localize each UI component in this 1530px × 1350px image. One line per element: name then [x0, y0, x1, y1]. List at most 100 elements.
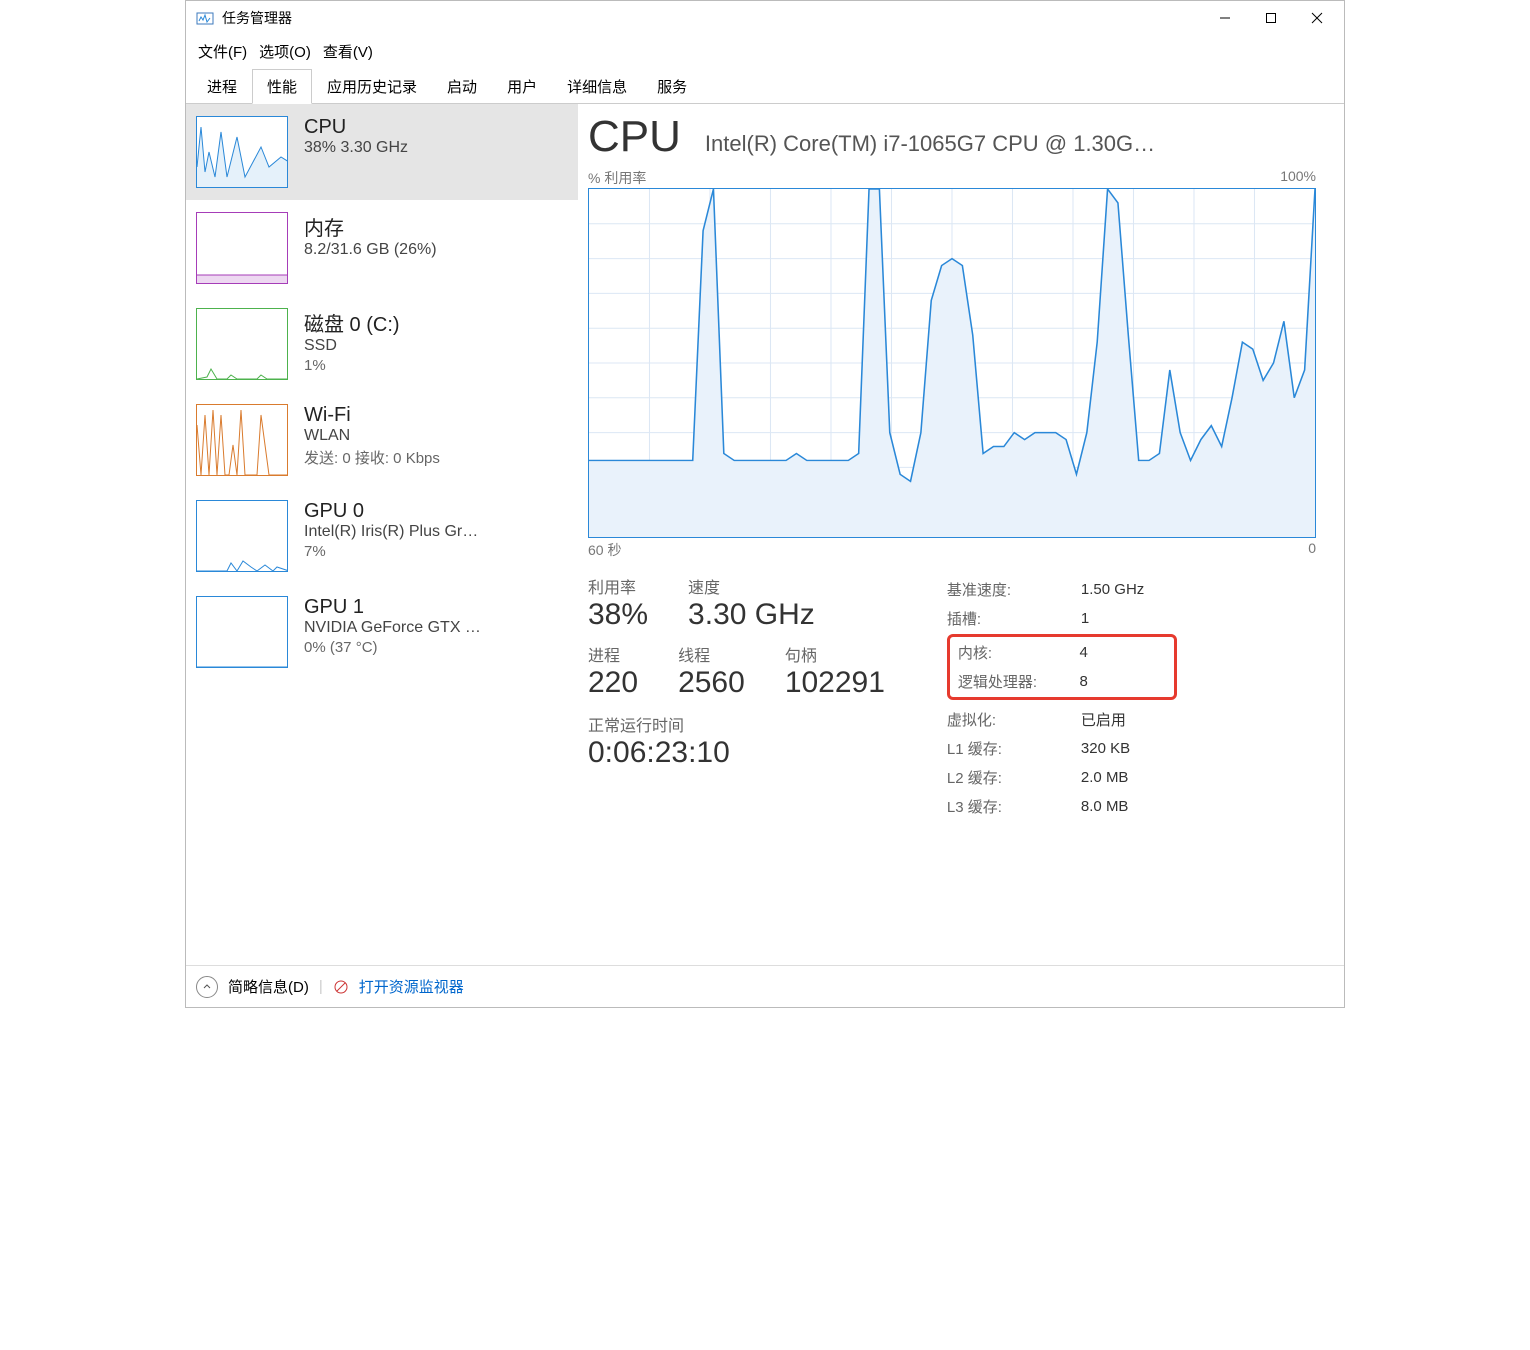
- stat-processes: 进程 220: [588, 642, 638, 700]
- right-stat-val: 8.0 MB: [1081, 793, 1177, 820]
- sidebar-item-disk[interactable]: 磁盘 0 (C:) SSD 1%: [186, 296, 578, 392]
- sidebar-sub: WLAN: [304, 427, 440, 445]
- graph-x-left: 60 秒: [588, 540, 621, 560]
- right-stat-val: 已启用: [1081, 706, 1177, 733]
- minimize-button[interactable]: [1202, 3, 1248, 33]
- window-controls: [1202, 3, 1340, 33]
- tab-apphistory[interactable]: 应用历史记录: [312, 69, 432, 104]
- cpu-model: Intel(R) Core(TM) i7-1065G7 CPU @ 1.30G…: [705, 131, 1316, 157]
- sidebar-name: 内存: [304, 212, 437, 241]
- right-stat-row: L3 缓存:8.0 MB: [947, 793, 1177, 820]
- detail-header: CPU Intel(R) Core(TM) i7-1065G7 CPU @ 1.…: [588, 112, 1316, 162]
- resource-monitor-icon: [333, 979, 349, 995]
- sidebar-sub2: 0% (37 °C): [304, 639, 481, 656]
- right-stat-row: L1 缓存:320 KB: [947, 735, 1177, 762]
- main-area: CPU 38% 3.30 GHz 内存 8.2/31.6 GB (26%) 磁盘…: [186, 104, 1344, 972]
- right-stat-row: 逻辑处理器:8: [958, 668, 1166, 695]
- stats-left: 利用率 38% 速度 3.30 GHz 进程 220 线程 25: [588, 574, 885, 822]
- stats-block: 利用率 38% 速度 3.30 GHz 进程 220 线程 25: [588, 574, 1316, 822]
- right-stat-key: 逻辑处理器:: [958, 668, 1078, 695]
- sidebar-name: Wi-Fi: [304, 404, 440, 427]
- right-stat-row: 插槽:1: [947, 605, 1177, 632]
- sidebar-name: 磁盘 0 (C:): [304, 308, 400, 337]
- right-stat-row: L2 缓存:2.0 MB: [947, 764, 1177, 791]
- right-stat-val: 320 KB: [1081, 735, 1177, 762]
- open-resource-monitor-link[interactable]: 打开资源监视器: [359, 976, 464, 997]
- stat-threads: 线程 2560: [678, 642, 745, 700]
- sidebar-sub: 38% 3.30 GHz: [304, 139, 408, 157]
- right-stat-key: 基准速度:: [947, 576, 1079, 603]
- sidebar: CPU 38% 3.30 GHz 内存 8.2/31.6 GB (26%) 磁盘…: [186, 104, 578, 972]
- menu-file[interactable]: 文件(F): [194, 39, 251, 64]
- menubar: 文件(F) 选项(O) 查看(V): [186, 35, 1344, 68]
- sidebar-name: GPU 1: [304, 596, 481, 619]
- right-stat-key: L2 缓存:: [947, 764, 1079, 791]
- sidebar-thumb-disk: [196, 308, 288, 380]
- sidebar-text-mem: 内存 8.2/31.6 GB (26%): [304, 212, 437, 284]
- right-stat-row: 内核:4: [958, 639, 1166, 666]
- right-stat-val: 2.0 MB: [1081, 764, 1177, 791]
- tab-details[interactable]: 详细信息: [552, 69, 642, 104]
- tab-services[interactable]: 服务: [642, 69, 702, 104]
- sidebar-sub: Intel(R) Iris(R) Plus Gr…: [304, 523, 478, 541]
- sidebar-sub: 8.2/31.6 GB (26%): [304, 241, 437, 259]
- right-stat-val: 1.50 GHz: [1081, 576, 1177, 603]
- tab-performance[interactable]: 性能: [252, 69, 312, 104]
- right-stat-key: 插槽:: [947, 605, 1079, 632]
- stat-uptime: 正常运行时间 0:06:23:10: [588, 712, 885, 770]
- sidebar-name: CPU: [304, 116, 408, 139]
- tab-bar: 进程 性能 应用历史记录 启动 用户 详细信息 服务: [186, 68, 1344, 104]
- sidebar-sub2: 发送: 0 接收: 0 Kbps: [304, 447, 440, 468]
- right-stat-key: 虚拟化:: [947, 706, 1079, 733]
- sidebar-thumb-gpu0: [196, 500, 288, 572]
- right-stat-key: L3 缓存:: [947, 793, 1079, 820]
- sidebar-item-gpu1[interactable]: GPU 1 NVIDIA GeForce GTX … 0% (37 °C): [186, 584, 578, 680]
- sidebar-item-wifi[interactable]: Wi-Fi WLAN 发送: 0 接收: 0 Kbps: [186, 392, 578, 488]
- sidebar-text-disk: 磁盘 0 (C:) SSD 1%: [304, 308, 400, 380]
- sidebar-sub: NVIDIA GeForce GTX …: [304, 619, 481, 637]
- graph-y-label: % 利用率: [588, 168, 646, 188]
- fewer-details-toggle-icon[interactable]: [196, 976, 218, 998]
- right-stat-key: L1 缓存:: [947, 735, 1079, 762]
- detail-title: CPU: [588, 112, 681, 162]
- window-title: 任务管理器: [222, 8, 1202, 28]
- sidebar-thumb-mem: [196, 212, 288, 284]
- menu-view[interactable]: 查看(V): [319, 39, 377, 64]
- sidebar-text-wifi: Wi-Fi WLAN 发送: 0 接收: 0 Kbps: [304, 404, 440, 476]
- tab-startup[interactable]: 启动: [432, 69, 492, 104]
- right-stat-row: 虚拟化:已启用: [947, 706, 1177, 733]
- sidebar-text-gpu1: GPU 1 NVIDIA GeForce GTX … 0% (37 °C): [304, 596, 481, 668]
- stat-utilization: 利用率 38%: [588, 574, 648, 632]
- right-stat-key: 内核:: [958, 639, 1078, 666]
- sidebar-text-cpu: CPU 38% 3.30 GHz: [304, 116, 408, 188]
- detail-panel: CPU Intel(R) Core(TM) i7-1065G7 CPU @ 1.…: [578, 104, 1344, 972]
- graph-y-labels: % 利用率 100%: [588, 168, 1316, 188]
- right-stat-val: 8: [1080, 668, 1166, 695]
- tab-processes[interactable]: 进程: [192, 69, 252, 104]
- sidebar-item-cpu[interactable]: CPU 38% 3.30 GHz: [186, 104, 578, 200]
- footer-bar: 简略信息(D) | 打开资源监视器: [186, 965, 1344, 1007]
- fewer-details-button[interactable]: 简略信息(D): [228, 976, 309, 997]
- sidebar-sub2: 1%: [304, 357, 400, 374]
- footer-sep: |: [319, 978, 323, 995]
- cpu-graph[interactable]: [588, 188, 1316, 538]
- sidebar-text-gpu0: GPU 0 Intel(R) Iris(R) Plus Gr… 7%: [304, 500, 478, 572]
- stat-speed: 速度 3.30 GHz: [688, 574, 815, 632]
- tab-users[interactable]: 用户: [492, 69, 552, 104]
- sidebar-sub2: 7%: [304, 543, 478, 560]
- right-stat-val: 4: [1080, 639, 1166, 666]
- sidebar-item-gpu0[interactable]: GPU 0 Intel(R) Iris(R) Plus Gr… 7%: [186, 488, 578, 584]
- graph-y-max: 100%: [1280, 168, 1316, 188]
- sidebar-item-mem[interactable]: 内存 8.2/31.6 GB (26%): [186, 200, 578, 296]
- menu-options[interactable]: 选项(O): [255, 39, 315, 64]
- graph-x-labels: 60 秒 0: [588, 540, 1316, 560]
- sidebar-thumb-wifi: [196, 404, 288, 476]
- right-stats-table: 基准速度:1.50 GHz插槽:1内核:4逻辑处理器:8虚拟化:已启用L1 缓存…: [945, 574, 1179, 822]
- close-button[interactable]: [1294, 3, 1340, 33]
- graph-x-right: 0: [1308, 540, 1316, 560]
- sidebar-thumb-gpu1: [196, 596, 288, 668]
- app-icon: [196, 9, 214, 27]
- right-stat-row: 基准速度:1.50 GHz: [947, 576, 1177, 603]
- maximize-button[interactable]: [1248, 3, 1294, 33]
- sidebar-name: GPU 0: [304, 500, 478, 523]
